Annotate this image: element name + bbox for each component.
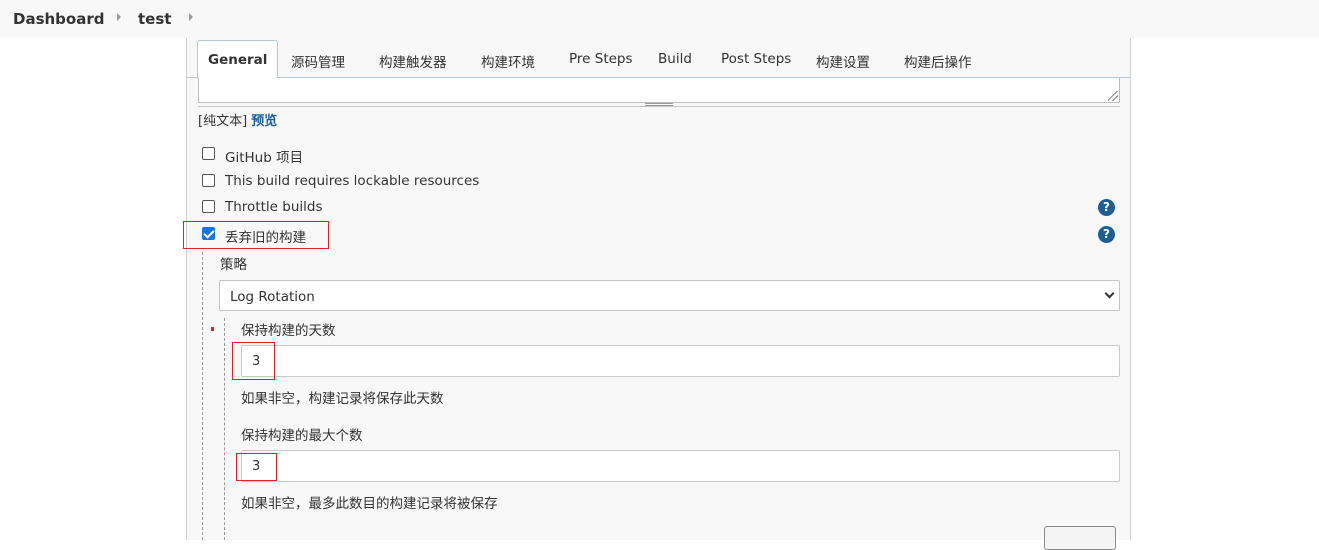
max-builds-highlight-box (236, 453, 277, 481)
textarea-splitter[interactable] (198, 102, 1120, 107)
tab-general[interactable]: General (197, 40, 279, 79)
max-builds-input[interactable]: 3 (241, 450, 1120, 482)
format-plain-text: [纯文本] (198, 114, 248, 129)
lockable-resources-checkbox[interactable] (202, 174, 215, 187)
tab-post-build-actions[interactable]: 构建后操作 (904, 51, 972, 71)
lockable-resources-label[interactable]: This build requires lockable resources (225, 173, 479, 189)
advanced-button[interactable] (1044, 526, 1116, 550)
description-format: [纯文本] 预览 (198, 110, 277, 129)
strategy-label: 策略 (220, 257, 247, 273)
days-to-keep-hint: 如果非空，构建记录将保存此天数 (241, 391, 444, 407)
breadcrumb-bar: Dashboard test (0, 0, 1319, 38)
chevron-down-icon[interactable] (1104, 288, 1115, 299)
strategy-select[interactable]: Log Rotation (219, 280, 1120, 311)
discard-help-icon[interactable]: ? (1098, 226, 1115, 243)
tab-source-control[interactable]: 源码管理 (291, 51, 345, 71)
tab-build[interactable]: Build (658, 51, 692, 67)
preview-link[interactable]: 预览 (251, 114, 277, 129)
config-panel: General 源码管理 构建触发器 构建环境 Pre Steps Build … (183, 38, 1131, 550)
description-textarea[interactable] (198, 78, 1120, 103)
breadcrumb-separator-icon[interactable] (117, 13, 121, 21)
throttle-builds-label[interactable]: Throttle builds (225, 199, 322, 215)
breadcrumb-separator-icon[interactable] (189, 13, 193, 21)
config-tabs: General 源码管理 构建触发器 构建环境 Pre Steps Build … (187, 38, 1130, 79)
days-to-keep-label: 保持构建的天数 (241, 323, 336, 339)
github-project-checkbox[interactable] (202, 147, 215, 160)
throttle-help-icon[interactable]: ? (1098, 199, 1115, 216)
tab-post-steps[interactable]: Post Steps (721, 51, 791, 67)
discard-highlight-box (183, 221, 329, 249)
tab-build-environment[interactable]: 构建环境 (481, 51, 535, 71)
resize-grip-icon[interactable] (1108, 91, 1118, 101)
max-builds-hint: 如果非空，最多此数目的构建记录将被保存 (241, 496, 498, 512)
error-marker (211, 327, 214, 331)
breadcrumb-dashboard[interactable]: Dashboard (13, 10, 104, 28)
max-builds-label: 保持构建的最大个数 (241, 428, 363, 444)
breadcrumb-project[interactable]: test (138, 10, 171, 28)
throttle-builds-checkbox[interactable] (202, 200, 215, 213)
splitter-handle-icon[interactable] (645, 103, 673, 106)
tab-build-triggers[interactable]: 构建触发器 (379, 51, 447, 71)
nested-indent-line (202, 252, 203, 540)
tab-pre-steps[interactable]: Pre Steps (569, 51, 633, 67)
github-project-label[interactable]: GitHub 项目 (225, 146, 303, 166)
nested-indent-line-inner (224, 318, 225, 540)
days-to-keep-input[interactable]: 3 (241, 345, 1120, 377)
days-highlight-box (232, 342, 275, 380)
strategy-selected-value: Log Rotation (230, 289, 315, 305)
tab-build-settings[interactable]: 构建设置 (816, 51, 870, 71)
